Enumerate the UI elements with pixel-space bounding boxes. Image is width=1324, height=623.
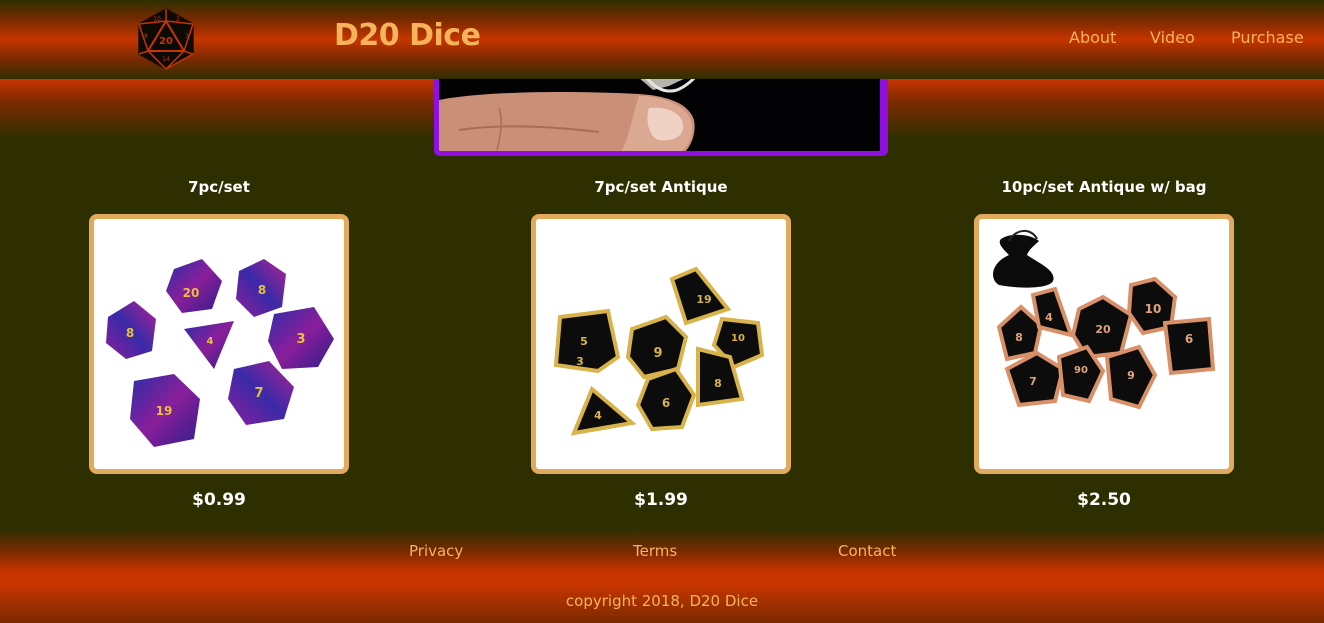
site-title: D20 Dice: [334, 18, 481, 53]
copyright-text: copyright 2018, D20 Dice: [565, 592, 759, 610]
footer-terms-link[interactable]: Terms: [633, 542, 677, 560]
purple-blue-dice-image[interactable]: 20 8 8 4 3 19 7: [89, 214, 349, 474]
svg-text:4: 4: [1045, 311, 1053, 324]
product-name: 7pc/set: [188, 178, 250, 196]
svg-text:14: 14: [162, 56, 170, 63]
svg-text:9: 9: [1127, 369, 1135, 382]
svg-text:6: 6: [1185, 332, 1193, 346]
svg-text:3: 3: [296, 332, 305, 347]
gold-black-metal-dice-image[interactable]: 5 3 9 19 10 8 4 6: [531, 214, 791, 474]
svg-text:4: 4: [207, 336, 214, 347]
svg-text:8: 8: [144, 33, 148, 40]
product-name: 10pc/set Antique w/ bag: [1001, 178, 1207, 196]
svg-text:10: 10: [153, 16, 161, 23]
svg-text:10: 10: [731, 333, 745, 344]
svg-text:2: 2: [176, 16, 180, 23]
svg-text:20: 20: [183, 286, 200, 300]
nav-about-link[interactable]: About: [1069, 28, 1116, 47]
nav-purchase-link[interactable]: Purchase: [1231, 28, 1304, 47]
svg-text:19: 19: [696, 293, 711, 306]
svg-text:8: 8: [126, 326, 134, 340]
product-price: $2.50: [1077, 490, 1131, 510]
nav-video-link[interactable]: Video: [1150, 28, 1195, 47]
svg-text:9: 9: [653, 346, 662, 361]
svg-text:20: 20: [1095, 323, 1111, 336]
copper-black-metal-dice-with-bag-image[interactable]: 8 4 20 10 6 7 90 9: [974, 214, 1234, 474]
svg-text:8: 8: [1015, 331, 1023, 344]
svg-text:8: 8: [258, 283, 266, 297]
product-name: 7pc/set Antique: [594, 178, 728, 196]
svg-text:6: 6: [662, 396, 670, 410]
site-footer: Privacy Terms Contact copyright 2018, D2…: [0, 528, 1324, 623]
footer-privacy-link[interactable]: Privacy: [409, 542, 463, 560]
product-price: $0.99: [192, 490, 246, 510]
svg-text:3: 3: [185, 33, 189, 40]
svg-text:8: 8: [714, 377, 722, 390]
svg-text:3: 3: [576, 355, 584, 368]
svg-text:10: 10: [1145, 302, 1162, 316]
svg-text:4: 4: [594, 409, 602, 422]
footer-contact-link[interactable]: Contact: [838, 542, 896, 560]
svg-text:5: 5: [580, 335, 588, 348]
d20-icon[interactable]: 20 10 2 8 3 14: [134, 7, 198, 71]
svg-text:19: 19: [156, 404, 173, 418]
svg-text:7: 7: [254, 386, 263, 401]
product-card-7pc: 7pc/set 20 8 8 4 3 19 7 $0.99: [89, 178, 349, 510]
site-header: 20 10 2 8 3 14 D20 Dice About Video Purc…: [0, 0, 1324, 79]
product-price: $1.99: [634, 490, 688, 510]
svg-text:20: 20: [159, 36, 173, 47]
svg-text:7: 7: [1029, 375, 1037, 388]
product-card-7pc-antique: 7pc/set Antique 5 3 9 19 10 8 4 6 $1.99: [531, 178, 791, 510]
svg-text:90: 90: [1074, 365, 1088, 376]
product-card-10pc-antique-bag: 10pc/set Antique w/ bag 8 4 20 10 6 7 90…: [974, 178, 1234, 510]
